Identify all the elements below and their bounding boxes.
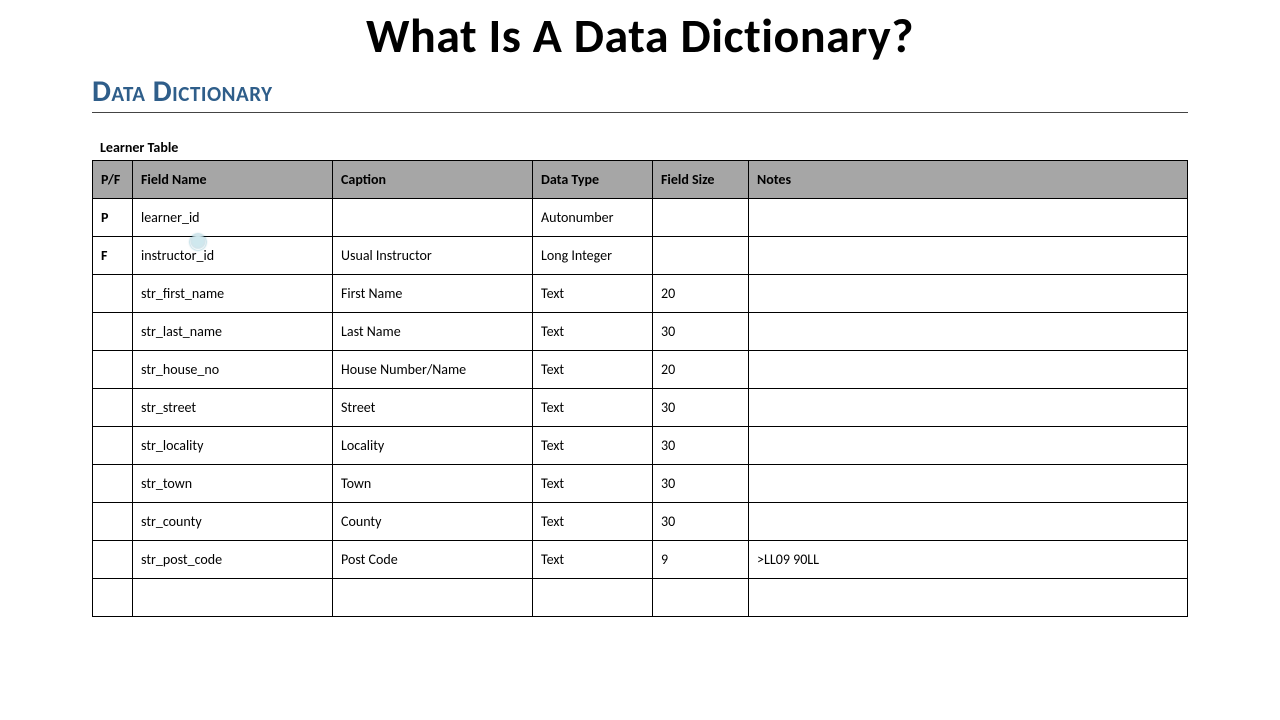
cell-caption <box>333 199 533 237</box>
cell-pf: F <box>93 237 133 275</box>
cell-caption: Usual Instructor <box>333 237 533 275</box>
cell-caption: County <box>333 503 533 541</box>
cell-pf: P <box>93 199 133 237</box>
cell-field: str_last_name <box>133 313 333 351</box>
cell-notes <box>749 503 1188 541</box>
table-row: str_house_noHouse Number/NameText20 <box>93 351 1188 389</box>
cell-notes <box>749 579 1188 617</box>
table-row: str_first_nameFirst NameText20 <box>93 275 1188 313</box>
cell-notes <box>749 275 1188 313</box>
table-label: Learner Table <box>92 139 1188 156</box>
cell-size <box>653 237 749 275</box>
cell-size: 20 <box>653 351 749 389</box>
cell-size: 30 <box>653 427 749 465</box>
cell-caption <box>333 579 533 617</box>
cell-size: 30 <box>653 313 749 351</box>
cell-size: 30 <box>653 389 749 427</box>
cell-pf <box>93 351 133 389</box>
col-field: Field Name <box>133 161 333 199</box>
cell-type: Text <box>533 313 653 351</box>
col-size: Field Size <box>653 161 749 199</box>
cell-type: Text <box>533 503 653 541</box>
cell-field: str_county <box>133 503 333 541</box>
cell-pf <box>93 579 133 617</box>
col-notes: Notes <box>749 161 1188 199</box>
cell-type: Text <box>533 351 653 389</box>
cell-caption: House Number/Name <box>333 351 533 389</box>
cell-field: str_first_name <box>133 275 333 313</box>
cell-notes <box>749 199 1188 237</box>
cell-field: instructor_id <box>133 237 333 275</box>
table-row: str_townTownText30 <box>93 465 1188 503</box>
table-row: str_localityLocalityText30 <box>93 427 1188 465</box>
cell-caption: Town <box>333 465 533 503</box>
table-row: str_countyCountyText30 <box>93 503 1188 541</box>
cell-field: str_town <box>133 465 333 503</box>
cell-type: Text <box>533 427 653 465</box>
table-row: str_streetStreetText30 <box>93 389 1188 427</box>
cell-caption: Last Name <box>333 313 533 351</box>
cell-caption: Locality <box>333 427 533 465</box>
cell-pf <box>93 503 133 541</box>
cell-notes <box>749 427 1188 465</box>
cell-size <box>653 199 749 237</box>
col-pf: P/F <box>93 161 133 199</box>
table-row <box>93 579 1188 617</box>
cell-field <box>133 579 333 617</box>
cell-field: str_locality <box>133 427 333 465</box>
table-row: Finstructor_idUsual InstructorLong Integ… <box>93 237 1188 275</box>
cell-field: str_post_code <box>133 541 333 579</box>
cell-type: Text <box>533 389 653 427</box>
cell-type: Long Integer <box>533 237 653 275</box>
page-title: What Is A Data Dictionary? <box>48 6 1232 65</box>
cell-notes <box>749 237 1188 275</box>
cell-pf <box>93 313 133 351</box>
cell-notes: >LL09 90LL <box>749 541 1188 579</box>
cell-field: learner_id <box>133 199 333 237</box>
cell-pf <box>93 427 133 465</box>
cell-caption: Post Code <box>333 541 533 579</box>
cell-type: Text <box>533 275 653 313</box>
cell-type: Autonumber <box>533 199 653 237</box>
section-heading: Data Dictionary <box>92 73 1188 113</box>
cell-size: 30 <box>653 503 749 541</box>
col-caption: Caption <box>333 161 533 199</box>
col-type: Data Type <box>533 161 653 199</box>
cell-pf <box>93 389 133 427</box>
cell-notes <box>749 313 1188 351</box>
cell-pf <box>93 275 133 313</box>
cell-type: Text <box>533 465 653 503</box>
table-row: str_last_nameLast NameText30 <box>93 313 1188 351</box>
table-row: str_post_codePost CodeText9>LL09 90LL <box>93 541 1188 579</box>
cell-caption: Street <box>333 389 533 427</box>
cell-type <box>533 579 653 617</box>
cell-size: 9 <box>653 541 749 579</box>
cell-field: str_street <box>133 389 333 427</box>
cell-pf <box>93 541 133 579</box>
cell-size: 20 <box>653 275 749 313</box>
cell-field: str_house_no <box>133 351 333 389</box>
data-dictionary-table: P/F Field Name Caption Data Type Field S… <box>92 160 1188 617</box>
cell-notes <box>749 351 1188 389</box>
cell-pf <box>93 465 133 503</box>
table-row: Plearner_id Autonumber <box>93 199 1188 237</box>
cell-notes <box>749 465 1188 503</box>
table-header-row: P/F Field Name Caption Data Type Field S… <box>93 161 1188 199</box>
cell-caption: First Name <box>333 275 533 313</box>
cell-size <box>653 579 749 617</box>
cell-size: 30 <box>653 465 749 503</box>
cell-type: Text <box>533 541 653 579</box>
cell-notes <box>749 389 1188 427</box>
